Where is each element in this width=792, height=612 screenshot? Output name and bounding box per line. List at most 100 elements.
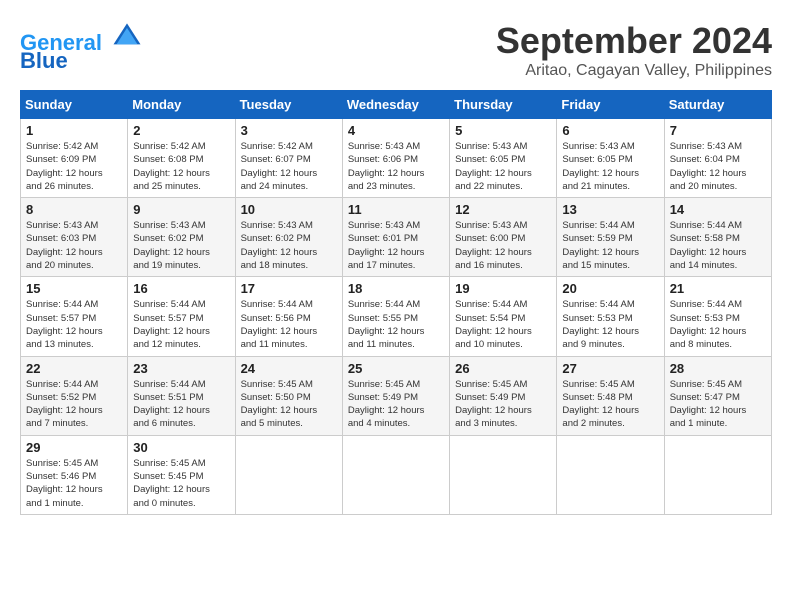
day-number: 1 xyxy=(26,123,122,138)
day-number: 8 xyxy=(26,202,122,217)
day-number: 28 xyxy=(670,361,766,376)
day-number: 5 xyxy=(455,123,551,138)
day-number: 11 xyxy=(348,202,444,217)
day-number: 7 xyxy=(670,123,766,138)
day-number: 25 xyxy=(348,361,444,376)
day-number: 24 xyxy=(241,361,337,376)
day-number: 16 xyxy=(133,281,229,296)
day-info: Sunrise: 5:42 AM Sunset: 6:07 PM Dayligh… xyxy=(241,140,337,193)
day-info: Sunrise: 5:43 AM Sunset: 6:02 PM Dayligh… xyxy=(133,219,229,272)
table-row: 3 Sunrise: 5:42 AM Sunset: 6:07 PM Daylig… xyxy=(235,119,342,198)
day-number: 30 xyxy=(133,440,229,455)
table-row: 24 Sunrise: 5:45 AM Sunset: 5:50 PM Dayli… xyxy=(235,356,342,435)
table-row: 13 Sunrise: 5:44 AM Sunset: 5:59 PM Dayli… xyxy=(557,198,664,277)
table-row: 9Sunrise: 5:43 AM Sunset: 6:02 PM Daylig… xyxy=(128,198,235,277)
table-row: 23 Sunrise: 5:44 AM Sunset: 5:51 PM Dayli… xyxy=(128,356,235,435)
table-row: 1 Sunrise: 5:42 AM Sunset: 6:09 PM Daylig… xyxy=(21,119,128,198)
day-number: 22 xyxy=(26,361,122,376)
table-row: 6 Sunrise: 5:43 AM Sunset: 6:05 PM Daylig… xyxy=(557,119,664,198)
day-info: Sunrise: 5:44 AM Sunset: 5:52 PM Dayligh… xyxy=(26,378,122,431)
table-row: 15 Sunrise: 5:44 AM Sunset: 5:57 PM Dayli… xyxy=(21,277,128,356)
logo-icon xyxy=(112,20,142,50)
day-info: Sunrise: 5:44 AM Sunset: 5:53 PM Dayligh… xyxy=(670,298,766,351)
table-row: 7 Sunrise: 5:43 AM Sunset: 6:04 PM Daylig… xyxy=(664,119,771,198)
title-block: September 2024 Aritao, Cagayan Valley, P… xyxy=(496,20,772,80)
table-row: 20Sunrise: 5:44 AM Sunset: 5:53 PM Dayli… xyxy=(557,277,664,356)
day-number: 14 xyxy=(670,202,766,217)
table-row: 16Sunrise: 5:44 AM Sunset: 5:57 PM Dayli… xyxy=(128,277,235,356)
location-subtitle: Aritao, Cagayan Valley, Philippines xyxy=(496,62,772,80)
page-header: General Blue September 2024 Aritao, Caga… xyxy=(20,20,772,80)
header-thursday: Thursday xyxy=(450,91,557,119)
header-friday: Friday xyxy=(557,91,664,119)
day-info: Sunrise: 5:45 AM Sunset: 5:50 PM Dayligh… xyxy=(241,378,337,431)
table-row: 10Sunrise: 5:43 AM Sunset: 6:02 PM Dayli… xyxy=(235,198,342,277)
day-number: 6 xyxy=(562,123,658,138)
header-saturday: Saturday xyxy=(664,91,771,119)
day-info: Sunrise: 5:42 AM Sunset: 6:09 PM Dayligh… xyxy=(26,140,122,193)
day-number: 12 xyxy=(455,202,551,217)
day-info: Sunrise: 5:45 AM Sunset: 5:48 PM Dayligh… xyxy=(562,378,658,431)
day-number: 26 xyxy=(455,361,551,376)
logo: General Blue xyxy=(20,20,142,74)
day-info: Sunrise: 5:44 AM Sunset: 5:57 PM Dayligh… xyxy=(26,298,122,351)
header-row: Sunday Monday Tuesday Wednesday Thursday… xyxy=(21,91,772,119)
day-info: Sunrise: 5:44 AM Sunset: 5:58 PM Dayligh… xyxy=(670,219,766,272)
day-info: Sunrise: 5:44 AM Sunset: 5:55 PM Dayligh… xyxy=(348,298,444,351)
table-row: 30 Sunrise: 5:45 AM Sunset: 5:45 PM Dayli… xyxy=(128,435,235,514)
day-info: Sunrise: 5:44 AM Sunset: 5:56 PM Dayligh… xyxy=(241,298,337,351)
day-number: 4 xyxy=(348,123,444,138)
day-info: Sunrise: 5:43 AM Sunset: 6:05 PM Dayligh… xyxy=(562,140,658,193)
day-info: Sunrise: 5:44 AM Sunset: 5:54 PM Dayligh… xyxy=(455,298,551,351)
table-row: 28 Sunrise: 5:45 AM Sunset: 5:47 PM Dayli… xyxy=(664,356,771,435)
table-row xyxy=(450,435,557,514)
table-row xyxy=(235,435,342,514)
day-number: 2 xyxy=(133,123,229,138)
day-info: Sunrise: 5:43 AM Sunset: 6:06 PM Dayligh… xyxy=(348,140,444,193)
table-row: 21 Sunrise: 5:44 AM Sunset: 5:53 PM Dayli… xyxy=(664,277,771,356)
day-info: Sunrise: 5:43 AM Sunset: 6:03 PM Dayligh… xyxy=(26,219,122,272)
table-row: 11Sunrise: 5:43 AM Sunset: 6:01 PM Dayli… xyxy=(342,198,449,277)
day-number: 21 xyxy=(670,281,766,296)
day-info: Sunrise: 5:45 AM Sunset: 5:49 PM Dayligh… xyxy=(455,378,551,431)
header-sunday: Sunday xyxy=(21,91,128,119)
day-info: Sunrise: 5:45 AM Sunset: 5:45 PM Dayligh… xyxy=(133,457,229,510)
header-monday: Monday xyxy=(128,91,235,119)
table-row: 22 Sunrise: 5:44 AM Sunset: 5:52 PM Dayli… xyxy=(21,356,128,435)
day-number: 19 xyxy=(455,281,551,296)
table-row xyxy=(557,435,664,514)
day-number: 18 xyxy=(348,281,444,296)
day-number: 23 xyxy=(133,361,229,376)
day-info: Sunrise: 5:43 AM Sunset: 6:00 PM Dayligh… xyxy=(455,219,551,272)
table-row: 8 Sunrise: 5:43 AM Sunset: 6:03 PM Daylig… xyxy=(21,198,128,277)
table-row: 5 Sunrise: 5:43 AM Sunset: 6:05 PM Daylig… xyxy=(450,119,557,198)
table-row: 19 Sunrise: 5:44 AM Sunset: 5:54 PM Dayli… xyxy=(450,277,557,356)
table-row xyxy=(664,435,771,514)
month-title: September 2024 xyxy=(496,20,772,62)
table-row: 14 Sunrise: 5:44 AM Sunset: 5:58 PM Dayli… xyxy=(664,198,771,277)
table-row: 18 Sunrise: 5:44 AM Sunset: 5:55 PM Dayli… xyxy=(342,277,449,356)
calendar-table: Sunday Monday Tuesday Wednesday Thursday… xyxy=(20,90,772,515)
day-number: 13 xyxy=(562,202,658,217)
day-number: 27 xyxy=(562,361,658,376)
day-number: 15 xyxy=(26,281,122,296)
header-tuesday: Tuesday xyxy=(235,91,342,119)
day-info: Sunrise: 5:44 AM Sunset: 5:59 PM Dayligh… xyxy=(562,219,658,272)
day-info: Sunrise: 5:45 AM Sunset: 5:47 PM Dayligh… xyxy=(670,378,766,431)
header-wednesday: Wednesday xyxy=(342,91,449,119)
day-info: Sunrise: 5:44 AM Sunset: 5:51 PM Dayligh… xyxy=(133,378,229,431)
table-row: 17 Sunrise: 5:44 AM Sunset: 5:56 PM Dayli… xyxy=(235,277,342,356)
table-row: 4 Sunrise: 5:43 AM Sunset: 6:06 PM Daylig… xyxy=(342,119,449,198)
day-number: 17 xyxy=(241,281,337,296)
day-info: Sunrise: 5:43 AM Sunset: 6:02 PM Dayligh… xyxy=(241,219,337,272)
table-row: 2Sunrise: 5:42 AM Sunset: 6:08 PM Daylig… xyxy=(128,119,235,198)
table-row: 27 Sunrise: 5:45 AM Sunset: 5:48 PM Dayli… xyxy=(557,356,664,435)
table-row: 25 Sunrise: 5:45 AM Sunset: 5:49 PM Dayli… xyxy=(342,356,449,435)
day-info: Sunrise: 5:43 AM Sunset: 6:04 PM Dayligh… xyxy=(670,140,766,193)
day-info: Sunrise: 5:43 AM Sunset: 6:05 PM Dayligh… xyxy=(455,140,551,193)
day-number: 3 xyxy=(241,123,337,138)
table-row xyxy=(342,435,449,514)
day-info: Sunrise: 5:45 AM Sunset: 5:49 PM Dayligh… xyxy=(348,378,444,431)
day-number: 29 xyxy=(26,440,122,455)
day-info: Sunrise: 5:44 AM Sunset: 5:53 PM Dayligh… xyxy=(562,298,658,351)
